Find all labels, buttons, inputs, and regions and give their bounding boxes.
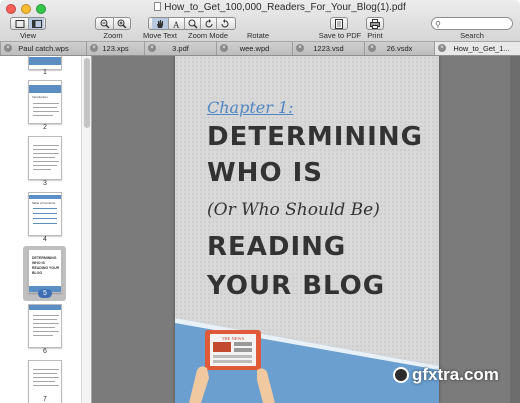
search-icon: ⚲ [435,20,441,29]
rotate-label: Rotate [246,31,270,40]
page-thumbnail-2[interactable]: Introduction [28,80,62,124]
thumb-text: Introduction [32,95,48,99]
watermark: gfxtra.com [393,365,499,385]
watermark-text: gfxtra.com [412,365,499,384]
zoom-mode-label: Zoom Mode [187,31,229,40]
single-page-view-icon[interactable] [12,18,28,29]
close-tab-icon[interactable]: × [368,44,376,52]
tab-label: Paul catch.wps [18,44,69,53]
heading-line-1: DETERMINING [207,122,423,152]
page-number: 5 [43,290,47,297]
tab-how-to-get[interactable]: × How_to_Get_1... [434,42,520,55]
pdf-document-icon [154,2,162,11]
heading-line-3: (Or Who Should Be) [207,200,380,220]
heading-line-5: YOUR BLOG [207,271,386,301]
page-thumbnail-3[interactable] [28,136,62,180]
window-title: How_to_Get_100,000_Readers_For_Your_Blog… [150,2,410,13]
tablet-text: THE NEWS [222,336,245,341]
tab-label: 123.xps [102,44,129,53]
save-pdf-icon [331,18,347,29]
zoom-mode-icon[interactable] [184,18,200,29]
toolbar: How_to_Get_100,000_Readers_For_Your_Blog… [0,0,520,42]
rotate-right-icon[interactable] [216,18,232,29]
thumb-text: DETERMINING WHO IS READING YOUR BLOG [32,256,60,275]
print-label: Print [367,31,383,40]
tab-label: wee.wpd [239,44,270,53]
tab-123-xps[interactable]: × 123.xps [86,42,144,55]
close-tab-icon[interactable]: × [296,44,304,52]
tab-wee-wpd[interactable]: × wee.wpd [216,42,292,55]
page-illustration: THE NEWS [175,318,439,403]
thumb-text: Table of Contents [32,201,56,205]
tab-label: 3.pdf [172,44,189,53]
page-number: 3 [43,180,47,187]
tab-3-pdf[interactable]: × 3.pdf [144,42,216,55]
rotate-left-icon[interactable] [200,18,216,29]
close-tab-icon[interactable]: × [4,44,12,52]
minimize-window-button[interactable] [21,4,31,14]
zoom-segmented-control[interactable] [95,17,131,30]
tab-26-vsdx[interactable]: × 26.vsdx [364,42,434,55]
heading-line-2: WHO IS [207,158,323,188]
document-scrollbar[interactable] [510,56,520,403]
page-thumbnail-6[interactable] [28,304,62,348]
tools-segmented-control[interactable]: A [148,17,236,30]
close-tab-icon[interactable]: × [148,44,156,52]
print-button[interactable] [366,17,384,30]
search-input[interactable]: ⚲ [431,17,513,30]
watermark-logo-icon [393,367,409,383]
tab-paul-catch-wps[interactable]: × Paul catch.wps [0,42,86,55]
printer-icon [367,18,383,29]
zoom-in-icon[interactable] [113,18,129,29]
text-select-icon[interactable]: A [168,18,184,29]
heading-line-4: READING [207,232,347,262]
zoom-label: Zoom [103,31,123,40]
page-thumbnails-sidebar: 1 Introduction 2 3 Table of Contents 4 D… [0,56,92,403]
page-number: 6 [43,348,47,355]
page-thumbnail-4[interactable]: Table of Contents [28,192,62,236]
app-window: How_to_Get_100,000_Readers_For_Your_Blog… [0,0,520,403]
view-segmented-control[interactable] [10,17,46,30]
document-tab-bar: × Paul catch.wps × 123.xps × 3.pdf × wee… [0,42,520,56]
page-number: 4 [43,236,47,243]
view-label: View [19,31,37,40]
sidebar-scrollbar[interactable] [81,56,91,403]
tab-1223-vsd[interactable]: × 1223.vsd [292,42,364,55]
close-window-button[interactable] [6,4,16,14]
tab-label: How_to_Get_1... [453,44,510,53]
tab-label: 1223.vsd [313,44,344,53]
save-to-pdf-button[interactable] [330,17,348,30]
close-tab-icon[interactable]: × [90,44,98,52]
page-number: 7 [43,396,47,403]
move-text-label: Move Text [142,31,178,40]
page-thumbnail-1[interactable] [28,56,62,70]
document-view[interactable]: Chapter 1: DETERMINING WHO IS (Or Who Sh… [92,56,520,403]
sidebar-view-icon[interactable] [28,18,44,29]
pdf-page: Chapter 1: DETERMINING WHO IS (Or Who Sh… [175,56,439,403]
chapter-label: Chapter 1: [207,98,294,117]
svg-text:A: A [173,20,180,29]
page-number: 2 [43,124,47,131]
zoom-window-button[interactable] [36,4,46,14]
tab-label: 26.vsdx [386,44,413,53]
close-tab-icon[interactable]: × [220,44,228,52]
window-title-text: How_to_Get_100,000_Readers_For_Your_Blog… [164,2,406,13]
sidebar-scroll-thumb[interactable] [84,58,90,128]
hand-tool-icon[interactable] [152,18,168,29]
search-label: Search [460,31,484,40]
page-thumbnail-5[interactable]: DETERMINING WHO IS READING YOUR BLOG [28,249,62,293]
close-tab-icon[interactable]: × [438,44,446,52]
page-number: 1 [43,69,47,76]
zoom-out-icon[interactable] [97,18,113,29]
